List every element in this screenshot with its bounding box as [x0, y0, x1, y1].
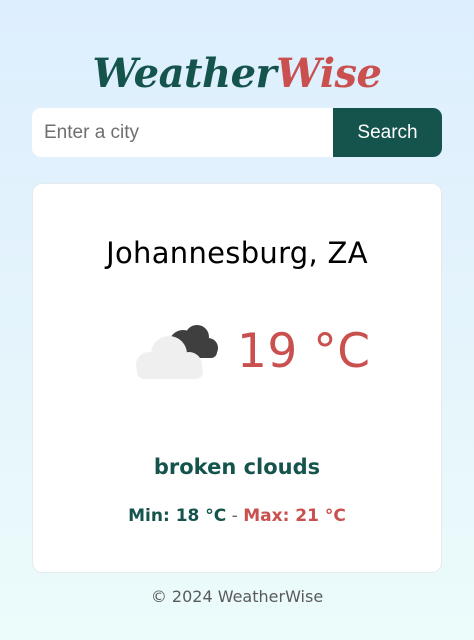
search-bar: Search: [32, 108, 442, 157]
city-search-input[interactable]: [32, 108, 333, 157]
search-button[interactable]: Search: [333, 108, 442, 157]
city-name: Johannesburg, ZA: [106, 236, 368, 270]
app-logo: WeatherWise: [0, 46, 474, 102]
logo-text-weather: Weather: [92, 50, 277, 97]
weather-description: broken clouds: [153, 455, 321, 479]
temperature-range: Min: 18 °C - Max: 21 °C: [33, 506, 441, 526]
footer-copyright: © 2024 WeatherWise: [150, 587, 324, 606]
logo-text-wise: Wise: [276, 50, 382, 97]
min-temperature: Min: 18 °C: [128, 506, 227, 526]
range-separator: -: [226, 506, 244, 526]
temperature-value: 19 °C: [237, 324, 371, 379]
max-temperature: Max: 21 °C: [243, 506, 346, 526]
weather-card: Johannesburg, ZA 19 °C broken clouds Min…: [32, 183, 442, 573]
broken-clouds-icon: [136, 325, 218, 379]
